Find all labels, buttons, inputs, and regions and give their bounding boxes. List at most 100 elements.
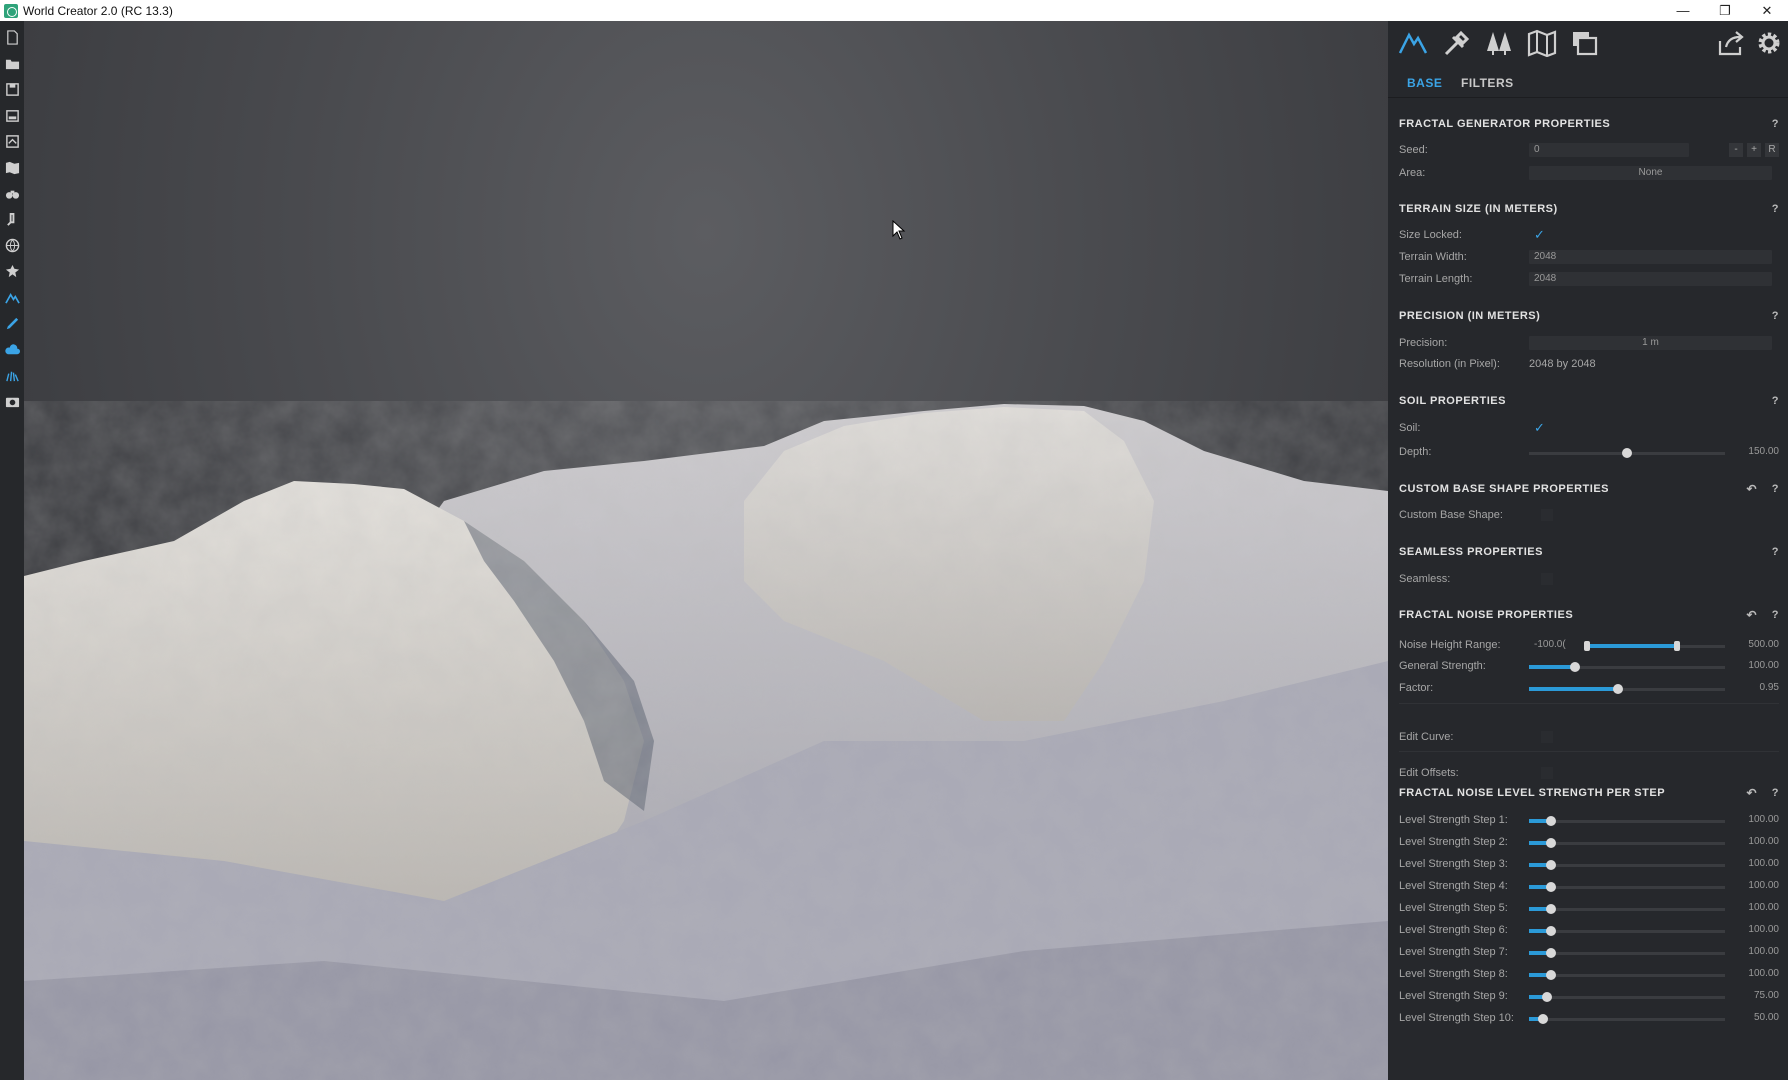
level-strength-value[interactable]: 100.00 bbox=[1743, 814, 1779, 825]
slider-handle[interactable] bbox=[1622, 448, 1632, 458]
size-locked-checkbox[interactable]: ✓ bbox=[1534, 227, 1545, 243]
help-button[interactable]: ? bbox=[1772, 546, 1779, 558]
level-strength-value[interactable]: 100.00 bbox=[1743, 836, 1779, 847]
level-strength-slider[interactable] bbox=[1529, 857, 1725, 873]
level-strength-slider[interactable] bbox=[1529, 945, 1725, 961]
level-strength-value[interactable]: 100.00 bbox=[1743, 924, 1779, 935]
noise-range-slider[interactable] bbox=[1584, 638, 1725, 654]
seamless-checkbox[interactable] bbox=[1541, 573, 1553, 585]
section-terrain-size[interactable]: TERRAIN SIZE (IN METERS) ? bbox=[1399, 203, 1779, 221]
camera-icon[interactable] bbox=[4, 393, 21, 410]
section-fractal-generator[interactable]: FRACTAL GENERATOR PROPERTIES ? bbox=[1399, 118, 1779, 136]
help-button[interactable]: ? bbox=[1772, 609, 1779, 621]
slider-handle[interactable] bbox=[1546, 816, 1556, 826]
help-button[interactable]: ? bbox=[1772, 395, 1779, 407]
noise-range-min-value[interactable]: -100.0( bbox=[1534, 639, 1566, 650]
map-icon[interactable] bbox=[1525, 27, 1559, 59]
section-level-strength[interactable]: FRACTAL NOISE LEVEL STRENGTH PER STEP ↶ … bbox=[1399, 786, 1779, 805]
new-file-icon[interactable] bbox=[4, 29, 21, 46]
terrain-length-input[interactable]: 2048 bbox=[1529, 272, 1772, 286]
level-strength-slider[interactable] bbox=[1529, 879, 1725, 895]
level-strength-value[interactable]: 100.00 bbox=[1743, 858, 1779, 869]
general-strength-slider[interactable] bbox=[1529, 659, 1725, 675]
noise-range-max-value[interactable]: 500.00 bbox=[1743, 639, 1779, 650]
level-strength-value[interactable]: 100.00 bbox=[1743, 968, 1779, 979]
level-strength-value[interactable]: 50.00 bbox=[1743, 1012, 1779, 1023]
tab-base[interactable]: BASE bbox=[1407, 76, 1442, 90]
slider-handle[interactable] bbox=[1546, 970, 1556, 980]
3d-viewport[interactable] bbox=[24, 21, 1388, 1080]
factor-value[interactable]: 0.95 bbox=[1743, 682, 1779, 693]
level-strength-slider[interactable] bbox=[1529, 835, 1725, 851]
restore-button[interactable]: ❐ bbox=[1704, 0, 1746, 21]
help-button[interactable]: ? bbox=[1772, 483, 1779, 495]
area-dropdown[interactable]: None bbox=[1529, 166, 1772, 180]
open-folder-icon[interactable] bbox=[4, 55, 21, 72]
layers-icon[interactable] bbox=[1568, 27, 1602, 59]
reset-icon[interactable]: ↶ bbox=[1746, 786, 1757, 800]
seed-decrement-button[interactable]: - bbox=[1729, 143, 1743, 157]
custom-base-shape-checkbox[interactable] bbox=[1541, 509, 1553, 521]
close-button[interactable]: ✕ bbox=[1746, 0, 1788, 21]
slider-handle[interactable] bbox=[1570, 662, 1580, 672]
level-strength-slider[interactable] bbox=[1529, 813, 1725, 829]
level-strength-value[interactable]: 100.00 bbox=[1743, 946, 1779, 957]
level-strength-value[interactable]: 75.00 bbox=[1743, 990, 1779, 1001]
depth-value[interactable]: 150.00 bbox=[1743, 446, 1779, 457]
slider-handle[interactable] bbox=[1542, 992, 1552, 1002]
trees-icon[interactable] bbox=[1482, 27, 1516, 59]
edit-curve-checkbox[interactable] bbox=[1541, 731, 1553, 743]
settings-icon[interactable] bbox=[1752, 27, 1786, 59]
slider-max-handle[interactable] bbox=[1674, 641, 1680, 651]
pen-tool-icon[interactable] bbox=[4, 315, 21, 332]
slider-handle[interactable] bbox=[1546, 860, 1556, 870]
mountain-icon[interactable] bbox=[1396, 27, 1430, 59]
section-seamless[interactable]: SEAMLESS PROPERTIES ? bbox=[1399, 546, 1779, 564]
minimize-button[interactable]: — bbox=[1662, 0, 1704, 21]
binoculars-icon[interactable] bbox=[4, 185, 21, 202]
save-as-icon[interactable] bbox=[4, 107, 21, 124]
help-button[interactable]: ? bbox=[1772, 118, 1779, 130]
seed-increment-button[interactable]: + bbox=[1747, 143, 1761, 157]
level-strength-value[interactable]: 100.00 bbox=[1743, 902, 1779, 913]
precision-dropdown[interactable]: 1 m bbox=[1529, 336, 1772, 350]
brush-icon[interactable] bbox=[4, 211, 21, 228]
slider-handle[interactable] bbox=[1546, 948, 1556, 958]
map-icon[interactable] bbox=[4, 159, 21, 176]
slider-handle[interactable] bbox=[1546, 904, 1556, 914]
section-fractal-noise[interactable]: FRACTAL NOISE PROPERTIES ↶ ? bbox=[1399, 608, 1779, 627]
level-strength-slider[interactable] bbox=[1529, 989, 1725, 1005]
help-button[interactable]: ? bbox=[1772, 203, 1779, 215]
save-icon[interactable] bbox=[4, 81, 21, 98]
level-strength-slider[interactable] bbox=[1529, 967, 1725, 983]
import-icon[interactable] bbox=[4, 133, 21, 150]
level-strength-value[interactable]: 100.00 bbox=[1743, 880, 1779, 891]
export-icon[interactable] bbox=[1714, 27, 1748, 59]
help-button[interactable]: ? bbox=[1772, 787, 1779, 799]
slider-handle[interactable] bbox=[1546, 882, 1556, 892]
terrain-width-input[interactable]: 2048 bbox=[1529, 250, 1772, 264]
slider-min-handle[interactable] bbox=[1584, 641, 1590, 651]
slider-handle[interactable] bbox=[1613, 684, 1623, 694]
globe-icon[interactable] bbox=[4, 237, 21, 254]
seed-random-button[interactable]: R bbox=[1765, 143, 1779, 157]
factor-slider[interactable] bbox=[1529, 681, 1725, 697]
cloud-icon[interactable] bbox=[4, 341, 21, 358]
level-strength-slider[interactable] bbox=[1529, 1011, 1725, 1027]
edit-offsets-checkbox[interactable] bbox=[1541, 767, 1553, 779]
general-strength-value[interactable]: 100.00 bbox=[1743, 660, 1779, 671]
slider-handle[interactable] bbox=[1538, 1014, 1548, 1024]
soil-checkbox[interactable]: ✓ bbox=[1534, 420, 1545, 436]
level-strength-slider[interactable] bbox=[1529, 923, 1725, 939]
tab-filters[interactable]: FILTERS bbox=[1461, 76, 1514, 90]
slider-handle[interactable] bbox=[1546, 838, 1556, 848]
reset-icon[interactable]: ↶ bbox=[1746, 482, 1757, 496]
tools-icon[interactable] bbox=[1439, 27, 1473, 59]
reset-icon[interactable]: ↶ bbox=[1746, 608, 1757, 622]
seed-input[interactable]: 0 bbox=[1529, 143, 1689, 157]
section-soil[interactable]: SOIL PROPERTIES ? bbox=[1399, 395, 1779, 413]
grass-icon[interactable] bbox=[4, 367, 21, 384]
mountain-icon[interactable] bbox=[4, 289, 21, 306]
level-strength-slider[interactable] bbox=[1529, 901, 1725, 917]
depth-slider[interactable] bbox=[1529, 445, 1725, 461]
